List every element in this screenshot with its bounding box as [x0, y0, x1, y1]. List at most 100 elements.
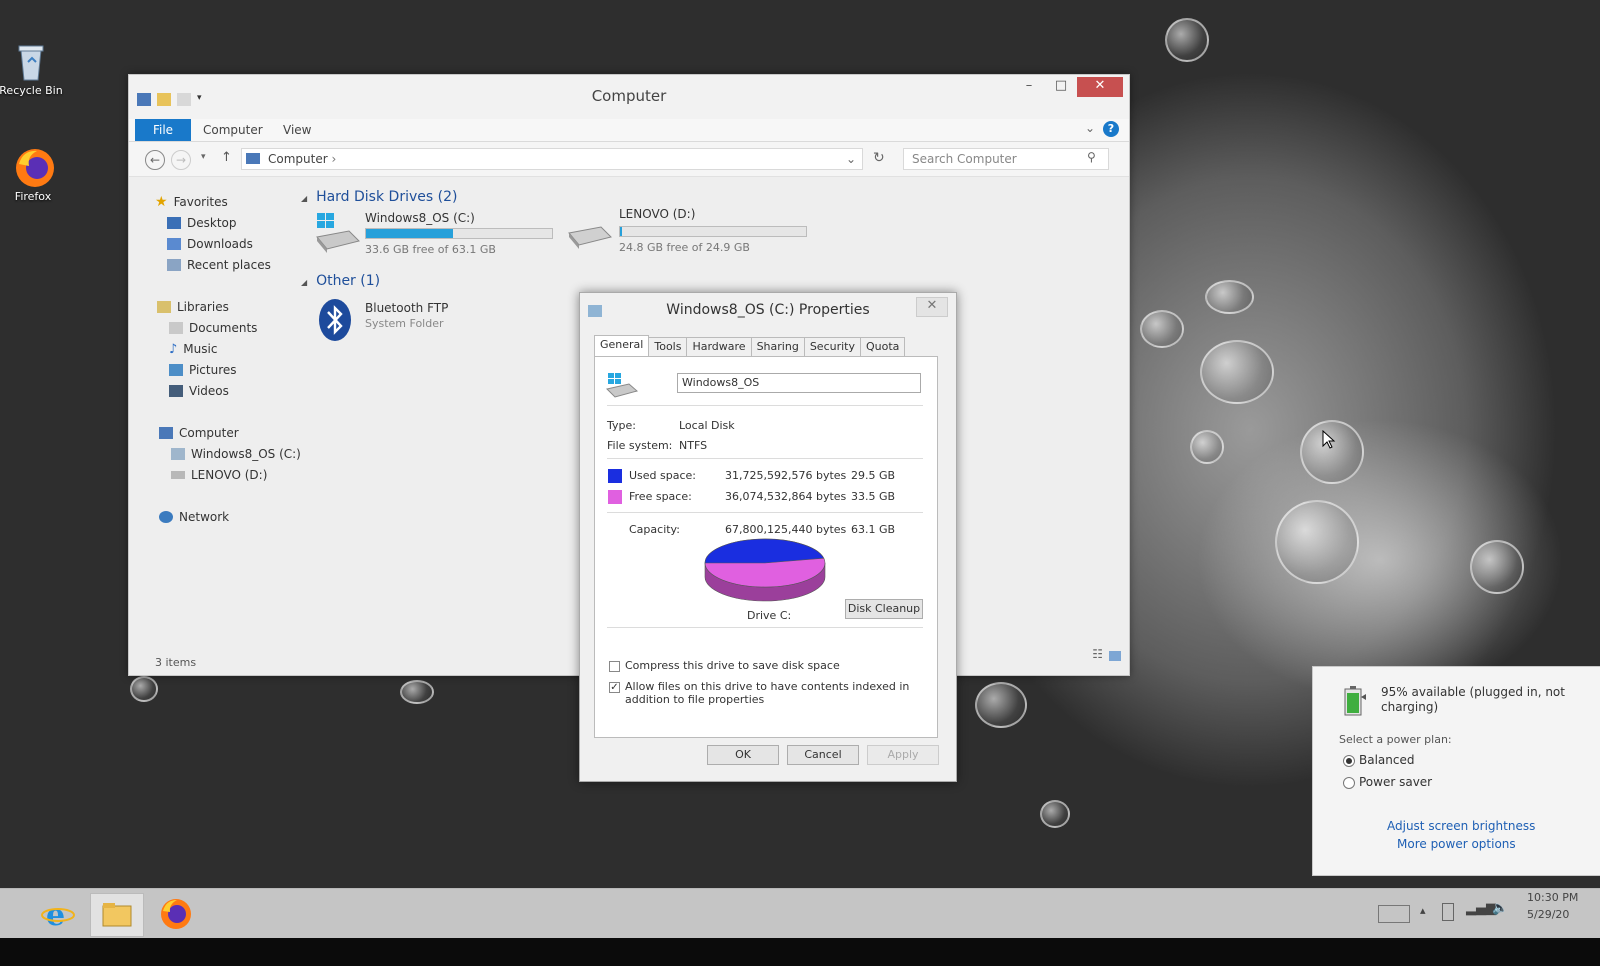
recent-places-icon — [167, 259, 181, 271]
expand-ribbon-icon[interactable]: ⌄ — [1085, 121, 1095, 135]
status-bar-item-count: 3 items — [155, 656, 197, 669]
forward-button[interactable]: → — [171, 150, 191, 170]
drive-properties-dialog: Windows8_OS (C:) Properties ✕ General To… — [579, 292, 957, 782]
taskbar-internet-explorer[interactable]: e — [32, 893, 84, 935]
large-icons-view-icon[interactable] — [1109, 651, 1121, 661]
details-view-icon[interactable]: ☷ — [1092, 647, 1103, 661]
nav-item-music[interactable]: ♪ Music — [169, 340, 217, 358]
nav-item-libraries[interactable]: Libraries — [157, 298, 229, 316]
tab-quota[interactable]: Quota — [859, 337, 906, 356]
water-drop — [1275, 500, 1359, 584]
up-button[interactable]: ↑ — [221, 150, 232, 165]
minimize-button[interactable]: – — [1013, 77, 1045, 97]
ok-button[interactable]: OK — [707, 745, 779, 765]
ribbon-tab-file[interactable]: File — [135, 119, 191, 141]
desktop-icon-label: Recycle Bin — [0, 84, 63, 97]
collapse-triangle-icon: ◢ — [301, 194, 308, 203]
nav-item-network[interactable]: Network — [159, 508, 229, 526]
divider — [607, 458, 923, 459]
group-header-hard-disk-drives[interactable]: ◢ Hard Disk Drives (2) — [301, 189, 457, 205]
nav-item-drive-d[interactable]: LENOVO (D:) — [171, 466, 267, 484]
cancel-button[interactable]: Cancel — [787, 745, 859, 765]
nav-label: Videos — [189, 384, 229, 398]
clock-time[interactable]: 10:30 PM — [1527, 891, 1578, 904]
drive-letter-label: Drive C: — [747, 609, 792, 622]
touch-keyboard-icon[interactable] — [1378, 905, 1410, 923]
compress-checkbox[interactable] — [609, 661, 620, 672]
drive-label-input[interactable]: Windows8_OS — [677, 373, 921, 393]
desktop-icon-recycle-bin[interactable]: Recycle Bin — [0, 40, 66, 97]
nav-item-computer[interactable]: Computer — [159, 424, 239, 442]
monitor-bezel — [0, 938, 1600, 966]
back-button[interactable]: ← — [145, 150, 165, 170]
dialog-tabs: General Tools Hardware Sharing Security … — [594, 335, 906, 357]
recycle-bin-icon — [11, 40, 51, 81]
volume-icon[interactable]: 🔈 — [1492, 901, 1508, 916]
nav-item-favorites[interactable]: ★ Favorites — [155, 193, 228, 211]
nav-item-desktop[interactable]: Desktop — [167, 214, 237, 232]
maximize-button[interactable]: □ — [1045, 77, 1077, 97]
drive-free-text: 33.6 GB free of 63.1 GB — [365, 243, 496, 256]
drive-usage-fill — [620, 227, 622, 236]
divider — [607, 405, 923, 406]
taskbar-firefox[interactable] — [150, 893, 202, 935]
power-plan-saver-radio[interactable] — [1343, 777, 1355, 789]
adjust-brightness-link[interactable]: Adjust screen brightness — [1387, 819, 1535, 833]
drive-name: Windows8_OS (C:) — [365, 211, 475, 225]
water-drop — [1040, 800, 1070, 828]
free-space-swatch — [608, 490, 622, 504]
nav-item-pictures[interactable]: Pictures — [169, 361, 237, 379]
tab-security[interactable]: Security — [803, 337, 861, 356]
drive-item-c[interactable]: Windows8_OS (C:) 33.6 GB free of 63.1 GB — [313, 211, 553, 261]
bluetooth-ftp-item[interactable]: Bluetooth FTP System Folder — [317, 297, 517, 343]
close-button[interactable]: ✕ — [1077, 77, 1123, 97]
water-drop — [975, 682, 1027, 728]
desktop-icon-firefox[interactable]: Firefox — [0, 146, 68, 203]
ribbon-tab-computer[interactable]: Computer — [189, 119, 277, 141]
explorer-titlebar[interactable]: ▾ Computer – □ ✕ — [129, 75, 1129, 119]
nav-item-downloads[interactable]: Downloads — [167, 235, 253, 253]
nav-label: Computer — [179, 426, 239, 440]
tab-general[interactable]: General — [594, 335, 650, 356]
disk-cleanup-button[interactable]: Disk Cleanup — [845, 599, 923, 619]
clock-date[interactable]: 5/29/20 — [1527, 908, 1569, 921]
windows-drive-icon — [606, 373, 639, 398]
nav-label: Windows8_OS (C:) — [191, 447, 301, 461]
computer-icon — [159, 427, 173, 439]
index-checkbox[interactable]: ✓ — [609, 682, 620, 693]
refresh-icon[interactable]: ↻ — [873, 150, 885, 166]
nav-item-documents[interactable]: Documents — [169, 319, 257, 337]
battery-tray-icon[interactable] — [1442, 903, 1454, 921]
nav-label: Libraries — [177, 300, 229, 314]
nav-item-drive-c[interactable]: Windows8_OS (C:) — [171, 445, 301, 463]
taskbar-file-explorer[interactable] — [90, 893, 144, 937]
recent-locations-icon[interactable]: ▾ — [201, 152, 206, 162]
apply-button[interactable]: Apply — [867, 745, 939, 765]
ribbon: File Computer View ⌄ ? — [129, 119, 1129, 142]
ribbon-tab-view[interactable]: View — [269, 119, 325, 141]
more-power-options-link[interactable]: More power options — [1397, 837, 1516, 851]
drive-item-d[interactable]: LENOVO (D:) 24.8 GB free of 24.9 GB — [565, 207, 815, 257]
search-icon[interactable]: ⚲ — [1087, 150, 1096, 164]
compress-label: Compress this drive to save disk space — [625, 659, 840, 672]
drive-icon — [171, 471, 185, 479]
tab-hardware[interactable]: Hardware — [686, 337, 752, 356]
nav-item-recent-places[interactable]: Recent places — [167, 256, 271, 274]
nav-label: Recent places — [187, 258, 271, 272]
nav-item-videos[interactable]: Videos — [169, 382, 229, 400]
item-name: Bluetooth FTP — [365, 301, 449, 315]
taskbar: e ▴ ▂▄▆ 🔈 10:30 PM 5/29/20 — [0, 888, 1600, 939]
internet-explorer-icon: e — [41, 898, 75, 933]
general-tab-panel: Windows8_OS Type: Local Disk File system… — [594, 356, 938, 738]
dialog-close-button[interactable]: ✕ — [916, 297, 948, 317]
tab-sharing[interactable]: Sharing — [750, 337, 805, 356]
help-icon[interactable]: ? — [1103, 121, 1119, 137]
address-dropdown-icon[interactable]: ⌄ — [846, 149, 856, 169]
power-plan-label: Balanced — [1359, 753, 1415, 767]
address-bar[interactable]: Computer › ⌄ — [241, 148, 863, 170]
power-plan-balanced-radio[interactable] — [1343, 755, 1355, 767]
show-hidden-icons[interactable]: ▴ — [1420, 904, 1426, 917]
search-input[interactable]: Search Computer — [903, 148, 1109, 170]
tab-tools[interactable]: Tools — [648, 337, 688, 356]
group-header-other[interactable]: ◢ Other (1) — [301, 273, 380, 289]
